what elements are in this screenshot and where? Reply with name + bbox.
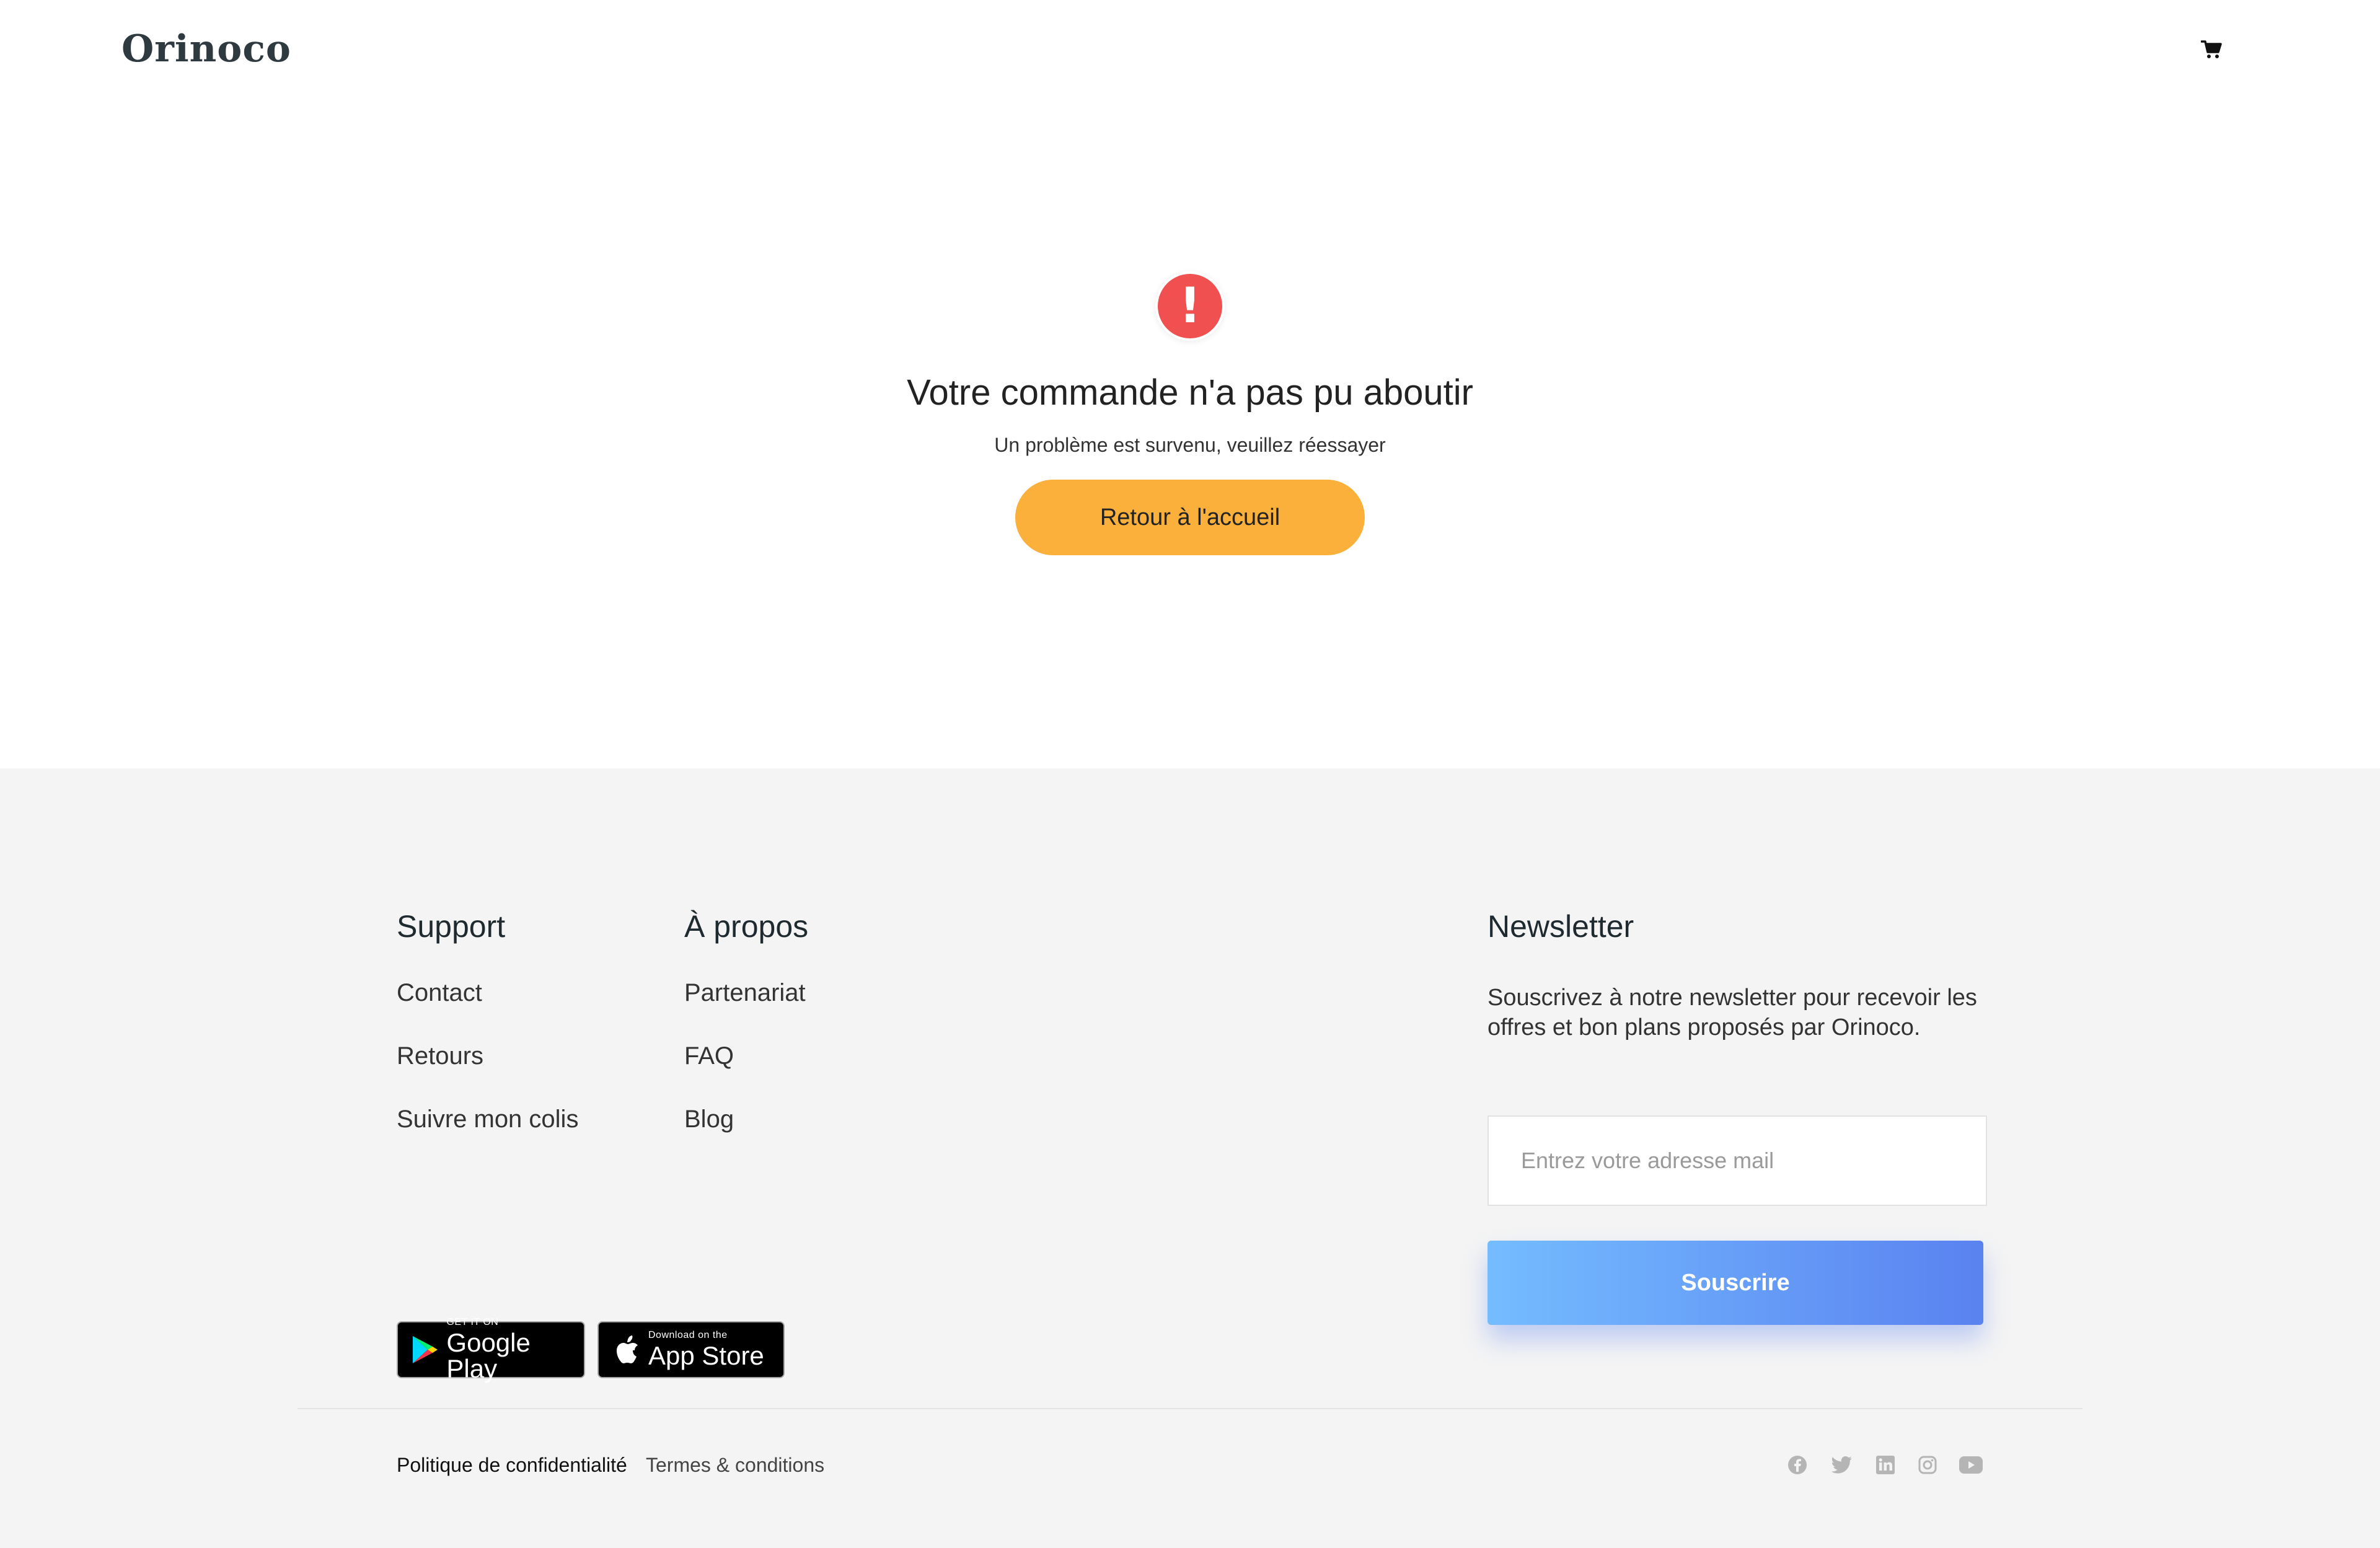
error-subtitle: Un problème est survenu, veuillez réessa… xyxy=(994,434,1386,456)
app-store-badge[interactable]: Download on the App Store xyxy=(597,1321,785,1378)
google-badge-small-text: GET IT ON xyxy=(446,1317,499,1327)
error-title: Votre commande n'a pas pu aboutir xyxy=(907,372,1473,413)
apple-badge-big-text: App Store xyxy=(648,1341,764,1370)
site-header: Orinoco xyxy=(0,0,2380,99)
error-section: ! Votre commande n'a pas pu aboutir Un p… xyxy=(0,99,2380,768)
footer-divider xyxy=(298,1408,2082,1409)
footer-link-faq[interactable]: FAQ xyxy=(684,1042,734,1070)
youtube-icon[interactable] xyxy=(1959,1454,1983,1476)
logo[interactable]: Orinoco xyxy=(121,27,291,71)
back-home-button[interactable]: Retour à l'accueil xyxy=(1015,480,1365,555)
site-footer: Support Contact Retours Suivre mon colis… xyxy=(0,768,2380,1548)
terms-link[interactable]: Termes & conditions xyxy=(646,1454,824,1477)
support-title: Support xyxy=(397,909,506,944)
google-play-icon xyxy=(410,1333,440,1366)
footer-link-contact[interactable]: Contact xyxy=(397,979,482,1007)
about-title: À propos xyxy=(684,909,809,944)
privacy-policy-link[interactable]: Politique de confidentialité xyxy=(397,1454,627,1477)
newsletter-title: Newsletter xyxy=(1488,909,1634,944)
apple-icon xyxy=(611,1333,642,1366)
facebook-icon[interactable] xyxy=(1786,1454,1809,1476)
instagram-icon[interactable] xyxy=(1916,1454,1939,1476)
google-play-badge[interactable]: GET IT ON Google Play xyxy=(397,1317,585,1382)
footer-link-returns[interactable]: Retours xyxy=(397,1042,483,1070)
footer-link-blog[interactable]: Blog xyxy=(684,1106,734,1133)
error-icon-glyph: ! xyxy=(1158,274,1222,338)
newsletter-description: Souscrivez à notre newsletter pour recev… xyxy=(1488,985,1977,1040)
linkedin-icon[interactable] xyxy=(1874,1454,1897,1476)
shopping-cart-icon[interactable] xyxy=(2199,37,2224,62)
email-field[interactable] xyxy=(1488,1115,1987,1206)
google-badge-big-text: Google Play xyxy=(446,1328,531,1383)
footer-link-track-parcel[interactable]: Suivre mon colis xyxy=(397,1106,578,1133)
subscribe-button[interactable]: Souscrire xyxy=(1488,1241,1983,1325)
footer-link-partnership[interactable]: Partenariat xyxy=(684,979,806,1007)
exclamation-icon: ! xyxy=(1155,271,1225,341)
apple-badge-small-text: Download on the xyxy=(648,1330,728,1340)
twitter-icon[interactable] xyxy=(1831,1454,1853,1476)
